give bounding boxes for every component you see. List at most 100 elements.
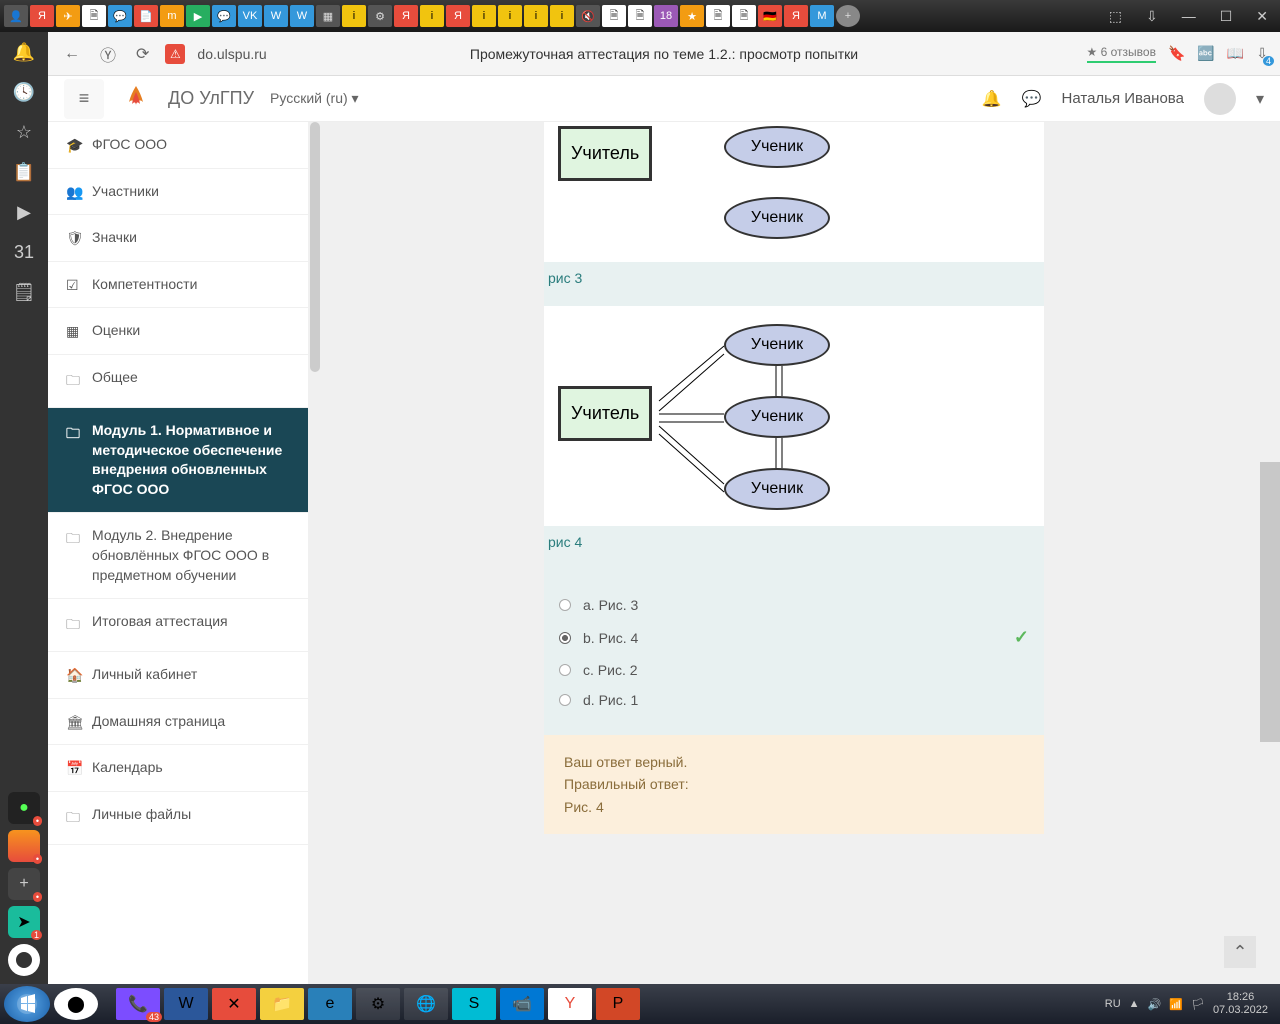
tab-grid-icon[interactable]: ▦	[316, 5, 340, 27]
mail-icon[interactable]: •	[8, 830, 40, 862]
user-avatar-icon[interactable]	[1204, 83, 1236, 115]
tab-word-icon[interactable]: W	[264, 5, 288, 27]
nav-item-7[interactable]: 🗀Модуль 2. Внедрение обновлённых ФГОС ОО…	[48, 513, 308, 599]
language-selector[interactable]: Русский (ru) ▾	[270, 90, 359, 107]
tab-chat-icon[interactable]: 💬	[108, 5, 132, 27]
nav-item-2[interactable]: 🛡Значки	[48, 215, 308, 262]
nav-item-10[interactable]: 🏛Домашняя страница	[48, 699, 308, 746]
answer-option-b[interactable]: b. Рис. 4✓	[559, 620, 1029, 655]
reader-icon[interactable]: 📖	[1227, 45, 1244, 62]
tab-play-icon[interactable]: ▶	[186, 5, 210, 27]
notifications-icon[interactable]: 🔔	[12, 40, 36, 64]
telegram-sidebar-icon[interactable]: ➤1	[8, 906, 40, 938]
minimize-button[interactable]: —	[1174, 6, 1204, 26]
tab-i4-icon[interactable]: i	[498, 5, 522, 27]
taskbar-ie-icon[interactable]: e	[308, 988, 352, 1020]
tray-clock[interactable]: 18:26 07.03.2022	[1213, 991, 1268, 1017]
tab-i5-icon[interactable]: i	[524, 5, 548, 27]
nav-item-1[interactable]: 👥Участники	[48, 169, 308, 216]
downloads-icon[interactable]: ⇩	[1138, 6, 1166, 27]
nav-item-11[interactable]: 📅Календарь	[48, 745, 308, 792]
tab-chat2-icon[interactable]: 💬	[212, 5, 236, 27]
answer-option-a[interactable]: a. Рис. 3	[559, 590, 1029, 620]
user-menu-caret-icon[interactable]: ▾	[1256, 89, 1264, 109]
nav-drawer-toggle[interactable]: ≡	[64, 79, 104, 119]
tray-show-hidden-icon[interactable]: ▲	[1129, 998, 1140, 1010]
tab-doc2-icon[interactable]: 🗎	[602, 5, 626, 27]
assist-icon[interactable]: ●•	[8, 792, 40, 824]
taskbar-zoom-icon[interactable]: 📹	[500, 988, 544, 1020]
nav-item-8[interactable]: 🗀Итоговая аттестация	[48, 599, 308, 652]
tray-lang[interactable]: RU	[1105, 998, 1121, 1010]
nav-item-9[interactable]: 🏠Личный кабинет	[48, 652, 308, 699]
extension-icon[interactable]: ⬚	[1101, 6, 1130, 27]
taskbar-yandex-icon[interactable]: ⬤	[54, 988, 98, 1020]
favorites-icon[interactable]: ☆	[12, 120, 36, 144]
tab-y3-icon[interactable]: Я	[446, 5, 470, 27]
tab-doc-icon[interactable]: 🗎	[82, 5, 106, 27]
user-name[interactable]: Наталья Иванова	[1062, 90, 1184, 107]
translate-icon[interactable]: 🔤	[1197, 45, 1214, 62]
add-app-icon[interactable]: +•	[8, 868, 40, 900]
taskbar-chrome-icon[interactable]: 🌐	[404, 988, 448, 1020]
taskbar-skype-icon[interactable]: S	[452, 988, 496, 1020]
tab-mute-icon[interactable]: 🔇	[576, 5, 600, 27]
tab-doc4-icon[interactable]: 🗎	[706, 5, 730, 27]
tab-fav-icon[interactable]: ★	[680, 5, 704, 27]
note-icon[interactable]: 🗒	[12, 280, 36, 304]
nav-item-4[interactable]: ▦Оценки	[48, 308, 308, 355]
taskbar-explorer-icon[interactable]: 📁	[260, 988, 304, 1020]
nav-item-6[interactable]: 🗀Модуль 1. Нормативное и методическое об…	[48, 408, 308, 513]
nav-item-12[interactable]: 🗀Личные файлы	[48, 792, 308, 845]
tray-network-icon[interactable]: 📶	[1169, 998, 1183, 1011]
tab-yandex-icon[interactable]: Я	[30, 5, 54, 27]
tray-volume-icon[interactable]: 🔊	[1148, 998, 1162, 1011]
video-icon[interactable]: ▶	[12, 200, 36, 224]
tab-doc3-icon[interactable]: 🗎	[628, 5, 652, 27]
taskbar-settings-icon[interactable]: ⚙	[356, 988, 400, 1020]
taskbar-viber-icon[interactable]: 📞43	[116, 988, 160, 1020]
clipboard-icon[interactable]: 📋	[12, 160, 36, 184]
moodle-notifications-icon[interactable]: 🔔	[982, 89, 1002, 109]
tray-flag-icon[interactable]: 🏳	[1191, 998, 1205, 1011]
site-logo-icon[interactable]	[120, 83, 152, 115]
tab-y2-icon[interactable]: Я	[394, 5, 418, 27]
nav-item-5[interactable]: 🗀Общее	[48, 355, 308, 408]
tab-send-icon[interactable]: ✈	[56, 5, 80, 27]
taskbar-antivirus-icon[interactable]: ✕	[212, 988, 256, 1020]
taskbar-word-icon[interactable]: W	[164, 988, 208, 1020]
history-icon[interactable]: 🕓	[12, 80, 36, 104]
tab-i3-icon[interactable]: i	[472, 5, 496, 27]
url-text[interactable]: do.ulspu.ru	[197, 46, 266, 62]
scroll-to-top-button[interactable]: ⌃	[1224, 936, 1256, 968]
site-name[interactable]: ДО УлГПУ	[168, 88, 254, 109]
tab-word2-icon[interactable]: W	[290, 5, 314, 27]
tab-y4-icon[interactable]: Я	[784, 5, 808, 27]
reviews-badge[interactable]: ★ 6 отзывов	[1087, 45, 1156, 63]
tab-i6-icon[interactable]: i	[550, 5, 574, 27]
tab-18-icon[interactable]: 18	[654, 5, 678, 27]
close-window-button[interactable]: ✕	[1248, 6, 1276, 27]
nav-item-0[interactable]: 🎓ФГОС ООО	[48, 122, 308, 169]
yandex-circle-icon[interactable]: Ⓨ	[96, 38, 120, 70]
tab-gears-icon[interactable]: ⚙	[368, 5, 392, 27]
moodle-messages-icon[interactable]: 💬	[1022, 89, 1042, 109]
calendar-31-icon[interactable]: 31	[12, 240, 36, 264]
tab-moodle-icon[interactable]: m	[160, 5, 184, 27]
tab-m-icon[interactable]: M	[810, 5, 834, 27]
maximize-button[interactable]: ☐	[1212, 6, 1241, 27]
tab-pdf-icon[interactable]: 📄	[134, 5, 158, 27]
nav-item-3[interactable]: ☑Компетентности	[48, 262, 308, 309]
tab-profile-icon[interactable]: 👤	[4, 5, 28, 27]
answer-option-d[interactable]: d. Рис. 1	[559, 685, 1029, 715]
tab-i1-icon[interactable]: i	[342, 5, 366, 27]
tab-de-icon[interactable]: 🇩🇪	[758, 5, 782, 27]
downloads-toolbar-icon[interactable]: ⇩4	[1256, 45, 1268, 62]
new-tab-button[interactable]: +	[836, 5, 860, 27]
tab-i2-icon[interactable]: i	[420, 5, 444, 27]
bookmark-icon[interactable]: 🔖	[1168, 45, 1185, 62]
taskbar-powerpoint-icon[interactable]: P	[596, 988, 640, 1020]
page-scrollbar[interactable]	[1260, 462, 1280, 742]
tab-vk-icon[interactable]: VK	[238, 5, 262, 27]
back-button[interactable]: ←	[60, 41, 84, 67]
